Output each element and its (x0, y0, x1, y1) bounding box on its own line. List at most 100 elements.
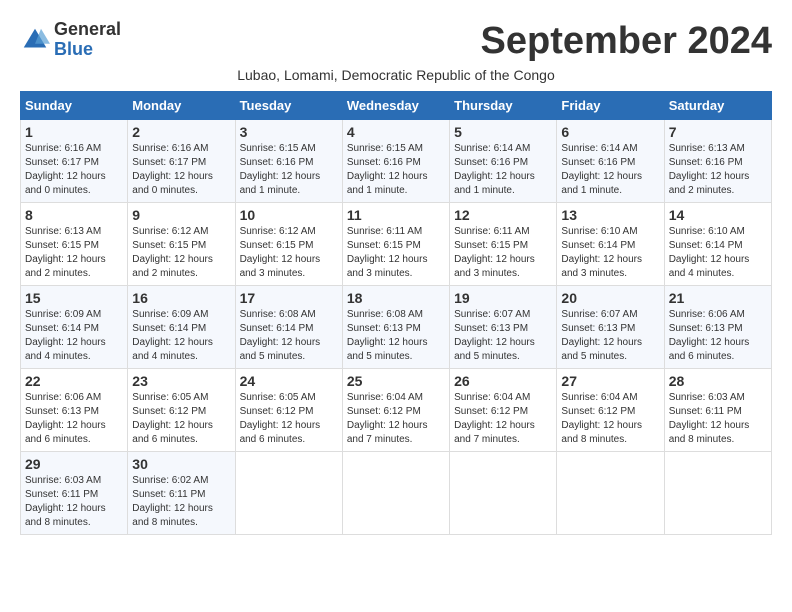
day-info: Sunrise: 6:11 AM Sunset: 6:15 PM Dayligh… (454, 226, 535, 279)
day-number: 9 (132, 207, 230, 223)
day-info: Sunrise: 6:10 AM Sunset: 6:14 PM Dayligh… (669, 226, 750, 279)
calendar-table: Sunday Monday Tuesday Wednesday Thursday… (20, 91, 772, 535)
calendar-cell: 25 Sunrise: 6:04 AM Sunset: 6:12 PM Dayl… (342, 369, 449, 452)
calendar-row: 1 Sunrise: 6:16 AM Sunset: 6:17 PM Dayli… (21, 120, 772, 203)
col-saturday: Saturday (664, 92, 771, 120)
day-number: 11 (347, 207, 445, 223)
day-info: Sunrise: 6:03 AM Sunset: 6:11 PM Dayligh… (25, 475, 106, 528)
calendar-cell: 2 Sunrise: 6:16 AM Sunset: 6:17 PM Dayli… (128, 120, 235, 203)
day-number: 26 (454, 373, 552, 389)
calendar-cell: 16 Sunrise: 6:09 AM Sunset: 6:14 PM Dayl… (128, 286, 235, 369)
day-number: 8 (25, 207, 123, 223)
calendar-cell: 11 Sunrise: 6:11 AM Sunset: 6:15 PM Dayl… (342, 203, 449, 286)
day-info: Sunrise: 6:04 AM Sunset: 6:12 PM Dayligh… (561, 392, 642, 445)
calendar-cell: 21 Sunrise: 6:06 AM Sunset: 6:13 PM Dayl… (664, 286, 771, 369)
calendar-cell: 19 Sunrise: 6:07 AM Sunset: 6:13 PM Dayl… (450, 286, 557, 369)
day-info: Sunrise: 6:06 AM Sunset: 6:13 PM Dayligh… (25, 392, 106, 445)
day-info: Sunrise: 6:05 AM Sunset: 6:12 PM Dayligh… (240, 392, 321, 445)
day-number: 24 (240, 373, 338, 389)
logo: General Blue (20, 20, 121, 60)
day-info: Sunrise: 6:08 AM Sunset: 6:13 PM Dayligh… (347, 309, 428, 362)
day-number: 23 (132, 373, 230, 389)
calendar-cell: 29 Sunrise: 6:03 AM Sunset: 6:11 PM Dayl… (21, 452, 128, 535)
day-info: Sunrise: 6:03 AM Sunset: 6:11 PM Dayligh… (669, 392, 750, 445)
calendar-row: 8 Sunrise: 6:13 AM Sunset: 6:15 PM Dayli… (21, 203, 772, 286)
day-info: Sunrise: 6:13 AM Sunset: 6:15 PM Dayligh… (25, 226, 106, 279)
day-info: Sunrise: 6:16 AM Sunset: 6:17 PM Dayligh… (25, 143, 106, 196)
calendar-cell: 14 Sunrise: 6:10 AM Sunset: 6:14 PM Dayl… (664, 203, 771, 286)
day-number: 29 (25, 456, 123, 472)
calendar-cell (557, 452, 664, 535)
day-number: 18 (347, 290, 445, 306)
day-number: 6 (561, 124, 659, 140)
col-friday: Friday (557, 92, 664, 120)
day-info: Sunrise: 6:09 AM Sunset: 6:14 PM Dayligh… (132, 309, 213, 362)
day-number: 17 (240, 290, 338, 306)
calendar-cell: 20 Sunrise: 6:07 AM Sunset: 6:13 PM Dayl… (557, 286, 664, 369)
day-info: Sunrise: 6:10 AM Sunset: 6:14 PM Dayligh… (561, 226, 642, 279)
calendar-cell: 8 Sunrise: 6:13 AM Sunset: 6:15 PM Dayli… (21, 203, 128, 286)
logo-general-text: General (54, 20, 121, 40)
calendar-cell (664, 452, 771, 535)
calendar-cell: 3 Sunrise: 6:15 AM Sunset: 6:16 PM Dayli… (235, 120, 342, 203)
day-info: Sunrise: 6:07 AM Sunset: 6:13 PM Dayligh… (561, 309, 642, 362)
day-info: Sunrise: 6:14 AM Sunset: 6:16 PM Dayligh… (454, 143, 535, 196)
calendar-cell (235, 452, 342, 535)
day-number: 7 (669, 124, 767, 140)
logo-blue-text: Blue (54, 40, 121, 60)
calendar-cell: 6 Sunrise: 6:14 AM Sunset: 6:16 PM Dayli… (557, 120, 664, 203)
day-info: Sunrise: 6:11 AM Sunset: 6:15 PM Dayligh… (347, 226, 428, 279)
calendar-cell: 5 Sunrise: 6:14 AM Sunset: 6:16 PM Dayli… (450, 120, 557, 203)
day-info: Sunrise: 6:06 AM Sunset: 6:13 PM Dayligh… (669, 309, 750, 362)
day-number: 12 (454, 207, 552, 223)
calendar-cell: 27 Sunrise: 6:04 AM Sunset: 6:12 PM Dayl… (557, 369, 664, 452)
day-number: 4 (347, 124, 445, 140)
logo-icon (20, 25, 50, 55)
day-number: 14 (669, 207, 767, 223)
calendar-cell: 9 Sunrise: 6:12 AM Sunset: 6:15 PM Dayli… (128, 203, 235, 286)
day-info: Sunrise: 6:15 AM Sunset: 6:16 PM Dayligh… (240, 143, 321, 196)
calendar-cell: 18 Sunrise: 6:08 AM Sunset: 6:13 PM Dayl… (342, 286, 449, 369)
calendar-cell: 7 Sunrise: 6:13 AM Sunset: 6:16 PM Dayli… (664, 120, 771, 203)
calendar-cell: 12 Sunrise: 6:11 AM Sunset: 6:15 PM Dayl… (450, 203, 557, 286)
header-row: Sunday Monday Tuesday Wednesday Thursday… (21, 92, 772, 120)
calendar-cell: 24 Sunrise: 6:05 AM Sunset: 6:12 PM Dayl… (235, 369, 342, 452)
day-number: 19 (454, 290, 552, 306)
col-thursday: Thursday (450, 92, 557, 120)
day-info: Sunrise: 6:13 AM Sunset: 6:16 PM Dayligh… (669, 143, 750, 196)
calendar-cell: 10 Sunrise: 6:12 AM Sunset: 6:15 PM Dayl… (235, 203, 342, 286)
day-info: Sunrise: 6:05 AM Sunset: 6:12 PM Dayligh… (132, 392, 213, 445)
col-sunday: Sunday (21, 92, 128, 120)
calendar-cell: 23 Sunrise: 6:05 AM Sunset: 6:12 PM Dayl… (128, 369, 235, 452)
calendar-cell: 30 Sunrise: 6:02 AM Sunset: 6:11 PM Dayl… (128, 452, 235, 535)
day-info: Sunrise: 6:15 AM Sunset: 6:16 PM Dayligh… (347, 143, 428, 196)
month-title: September 2024 (481, 20, 773, 63)
day-number: 15 (25, 290, 123, 306)
calendar-row: 15 Sunrise: 6:09 AM Sunset: 6:14 PM Dayl… (21, 286, 772, 369)
day-info: Sunrise: 6:08 AM Sunset: 6:14 PM Dayligh… (240, 309, 321, 362)
day-info: Sunrise: 6:14 AM Sunset: 6:16 PM Dayligh… (561, 143, 642, 196)
day-info: Sunrise: 6:16 AM Sunset: 6:17 PM Dayligh… (132, 143, 213, 196)
day-info: Sunrise: 6:02 AM Sunset: 6:11 PM Dayligh… (132, 475, 213, 528)
day-number: 2 (132, 124, 230, 140)
day-number: 25 (347, 373, 445, 389)
col-tuesday: Tuesday (235, 92, 342, 120)
day-info: Sunrise: 6:04 AM Sunset: 6:12 PM Dayligh… (454, 392, 535, 445)
day-number: 27 (561, 373, 659, 389)
day-info: Sunrise: 6:07 AM Sunset: 6:13 PM Dayligh… (454, 309, 535, 362)
day-number: 22 (25, 373, 123, 389)
calendar-cell: 22 Sunrise: 6:06 AM Sunset: 6:13 PM Dayl… (21, 369, 128, 452)
day-info: Sunrise: 6:04 AM Sunset: 6:12 PM Dayligh… (347, 392, 428, 445)
day-info: Sunrise: 6:12 AM Sunset: 6:15 PM Dayligh… (240, 226, 321, 279)
calendar-row: 22 Sunrise: 6:06 AM Sunset: 6:13 PM Dayl… (21, 369, 772, 452)
calendar-row: 29 Sunrise: 6:03 AM Sunset: 6:11 PM Dayl… (21, 452, 772, 535)
day-number: 5 (454, 124, 552, 140)
day-number: 10 (240, 207, 338, 223)
day-number: 3 (240, 124, 338, 140)
calendar-cell: 15 Sunrise: 6:09 AM Sunset: 6:14 PM Dayl… (21, 286, 128, 369)
subtitle: Lubao, Lomami, Democratic Republic of th… (20, 67, 772, 83)
calendar-cell (342, 452, 449, 535)
calendar-cell: 26 Sunrise: 6:04 AM Sunset: 6:12 PM Dayl… (450, 369, 557, 452)
calendar-cell: 28 Sunrise: 6:03 AM Sunset: 6:11 PM Dayl… (664, 369, 771, 452)
day-number: 30 (132, 456, 230, 472)
